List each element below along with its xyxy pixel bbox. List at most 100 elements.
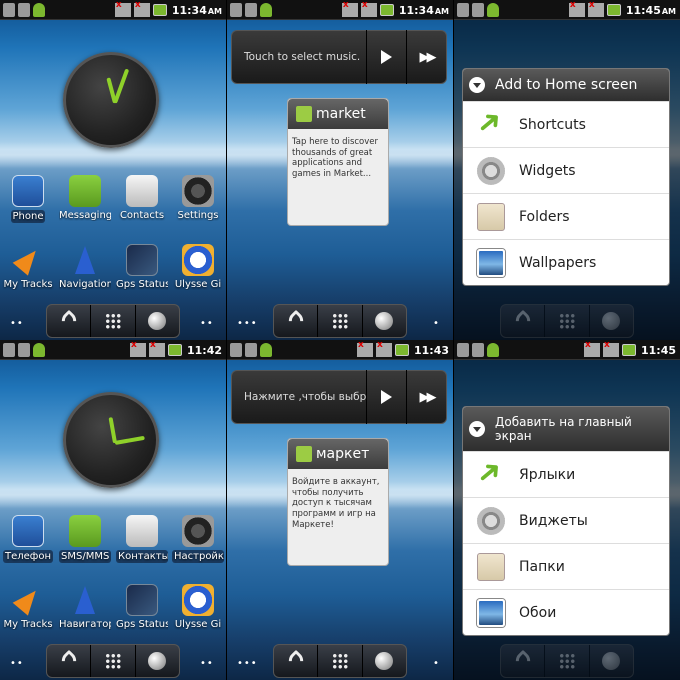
android-icon	[260, 343, 272, 357]
app-phone[interactable]: Phone	[2, 175, 54, 227]
option-wallpapers[interactable]: Wallpapers	[463, 239, 669, 285]
dock-phone-button[interactable]	[47, 645, 92, 677]
app-navigation[interactable]: Navigation	[59, 244, 111, 290]
app-drawer-icon	[331, 313, 348, 329]
battery-icon	[606, 4, 621, 16]
dropdown-icon	[469, 77, 485, 93]
dock-browser-button[interactable]	[136, 305, 179, 337]
dock-browser-button[interactable]	[590, 645, 633, 677]
option-folders[interactable]: Папки	[463, 543, 669, 589]
phone-handset-icon	[57, 649, 80, 673]
page-indicator-right[interactable]: •	[433, 318, 440, 329]
clock-minute-hand	[113, 68, 130, 104]
option-shortcuts[interactable]: Shortcuts	[463, 101, 669, 147]
panel-dialog-en: 11:45AM Add to Home screen Shortcuts Wid…	[454, 0, 680, 340]
widget-gear-icon	[477, 506, 505, 535]
usb-icon	[18, 3, 30, 17]
dock-app-drawer-button[interactable]	[91, 305, 136, 337]
music-widget[interactable]: Touch to select music. ▶▶	[231, 30, 447, 84]
folder-icon	[477, 552, 505, 581]
dock-browser-button[interactable]	[136, 645, 179, 677]
browser-globe-icon	[602, 652, 621, 670]
app-my-tracks[interactable]: My Tracks	[2, 584, 54, 630]
dock-browser-button[interactable]	[363, 645, 406, 677]
play-button[interactable]	[366, 370, 406, 424]
app-messaging[interactable]: Messaging	[59, 175, 111, 221]
app-settings[interactable]: Settings	[172, 175, 224, 221]
app-gps-status[interactable]: Gps Status	[116, 244, 168, 290]
dock-app-drawer-button[interactable]	[318, 645, 363, 677]
page-indicator-right[interactable]: •	[433, 658, 440, 669]
music-prompt[interactable]: Нажмите ,чтобы выбра	[232, 391, 366, 403]
dock-browser-button[interactable]	[590, 305, 633, 337]
status-time: 11:43	[413, 343, 449, 357]
usb-icon	[3, 3, 15, 17]
clock-minute-hand	[114, 435, 145, 445]
option-wallpapers[interactable]: Обои	[463, 589, 669, 635]
settings-icon	[182, 515, 214, 547]
app-gps-status[interactable]: Gps Status	[116, 584, 168, 630]
app-settings[interactable]: Настройки	[172, 515, 224, 567]
page-indicator-left[interactable]: ••	[10, 318, 24, 329]
usb-icon	[245, 343, 257, 357]
music-widget[interactable]: Нажмите ,чтобы выбра ▶▶	[231, 370, 447, 424]
next-track-icon: ▶▶	[419, 389, 437, 405]
status-time: 11:34AM	[398, 3, 449, 17]
next-button[interactable]: ▶▶	[406, 30, 446, 84]
usb-icon	[457, 343, 469, 357]
panel-dialog-ru: 11:45 Добавить на главный экран Ярлыки В…	[454, 340, 680, 680]
app-contacts[interactable]: Контакты	[116, 515, 168, 567]
dock-app-drawer-button[interactable]	[545, 645, 590, 677]
dock-app-drawer-button[interactable]	[318, 305, 363, 337]
usb-icon	[3, 343, 15, 357]
dock	[273, 304, 407, 338]
play-button[interactable]	[366, 30, 406, 84]
page-indicator-left[interactable]: ••	[10, 658, 24, 669]
app-ulysse[interactable]: Ulysse Gi	[172, 244, 224, 290]
status-bar: 11:45	[454, 340, 680, 360]
dock-app-drawer-button[interactable]	[545, 305, 590, 337]
analog-clock-widget[interactable]	[63, 52, 159, 148]
folder-icon	[477, 202, 505, 231]
battery-icon	[621, 344, 636, 356]
dock-app-drawer-button[interactable]	[91, 645, 136, 677]
page-indicator-left[interactable]: •••	[237, 318, 258, 329]
dock-browser-button[interactable]	[363, 305, 406, 337]
messaging-icon	[69, 175, 101, 207]
app-phone[interactable]: Телефон	[2, 515, 54, 567]
dock-phone-button[interactable]	[47, 305, 92, 337]
option-folders[interactable]: Folders	[463, 193, 669, 239]
dock-phone-button[interactable]	[501, 305, 546, 337]
add-to-home-dialog: Add to Home screen Shortcuts Widgets Fol…	[462, 68, 670, 286]
page-indicator-right[interactable]: ••	[200, 658, 214, 669]
analog-clock-widget[interactable]	[63, 392, 159, 488]
option-widgets[interactable]: Widgets	[463, 147, 669, 193]
ulysse-icon	[182, 244, 214, 276]
dock	[46, 644, 180, 678]
app-contacts[interactable]: Contacts	[116, 175, 168, 221]
market-bag-icon	[296, 106, 312, 122]
market-widget[interactable]: маркет Войдите в аккаунт, чтобы получить…	[287, 438, 389, 566]
page-indicator-left[interactable]: •••	[237, 658, 258, 669]
music-prompt[interactable]: Touch to select music.	[232, 51, 366, 63]
dock-phone-button[interactable]	[501, 645, 546, 677]
option-widgets[interactable]: Виджеты	[463, 497, 669, 543]
market-bag-icon	[296, 446, 312, 462]
dock-phone-button[interactable]	[274, 645, 319, 677]
market-widget[interactable]: market Tap here to discover thousands of…	[287, 98, 389, 226]
option-shortcuts[interactable]: Ярлыки	[463, 451, 669, 497]
app-my-tracks[interactable]: My Tracks	[2, 244, 54, 290]
dock-phone-button[interactable]	[274, 305, 319, 337]
app-ulysse[interactable]: Ulysse Gi	[172, 584, 224, 630]
play-icon	[381, 50, 392, 64]
signal-icon	[341, 0, 358, 17]
battery-icon	[394, 344, 409, 356]
app-messaging[interactable]: SMS/MMS	[59, 515, 111, 567]
next-button[interactable]: ▶▶	[406, 370, 446, 424]
ulysse-icon	[182, 584, 214, 616]
navigation-icon	[69, 584, 101, 616]
signal-icon	[568, 0, 585, 17]
app-navigation[interactable]: Навигатор	[59, 584, 111, 630]
phone-handset-icon	[57, 309, 80, 333]
page-indicator-right[interactable]: ••	[200, 318, 214, 329]
